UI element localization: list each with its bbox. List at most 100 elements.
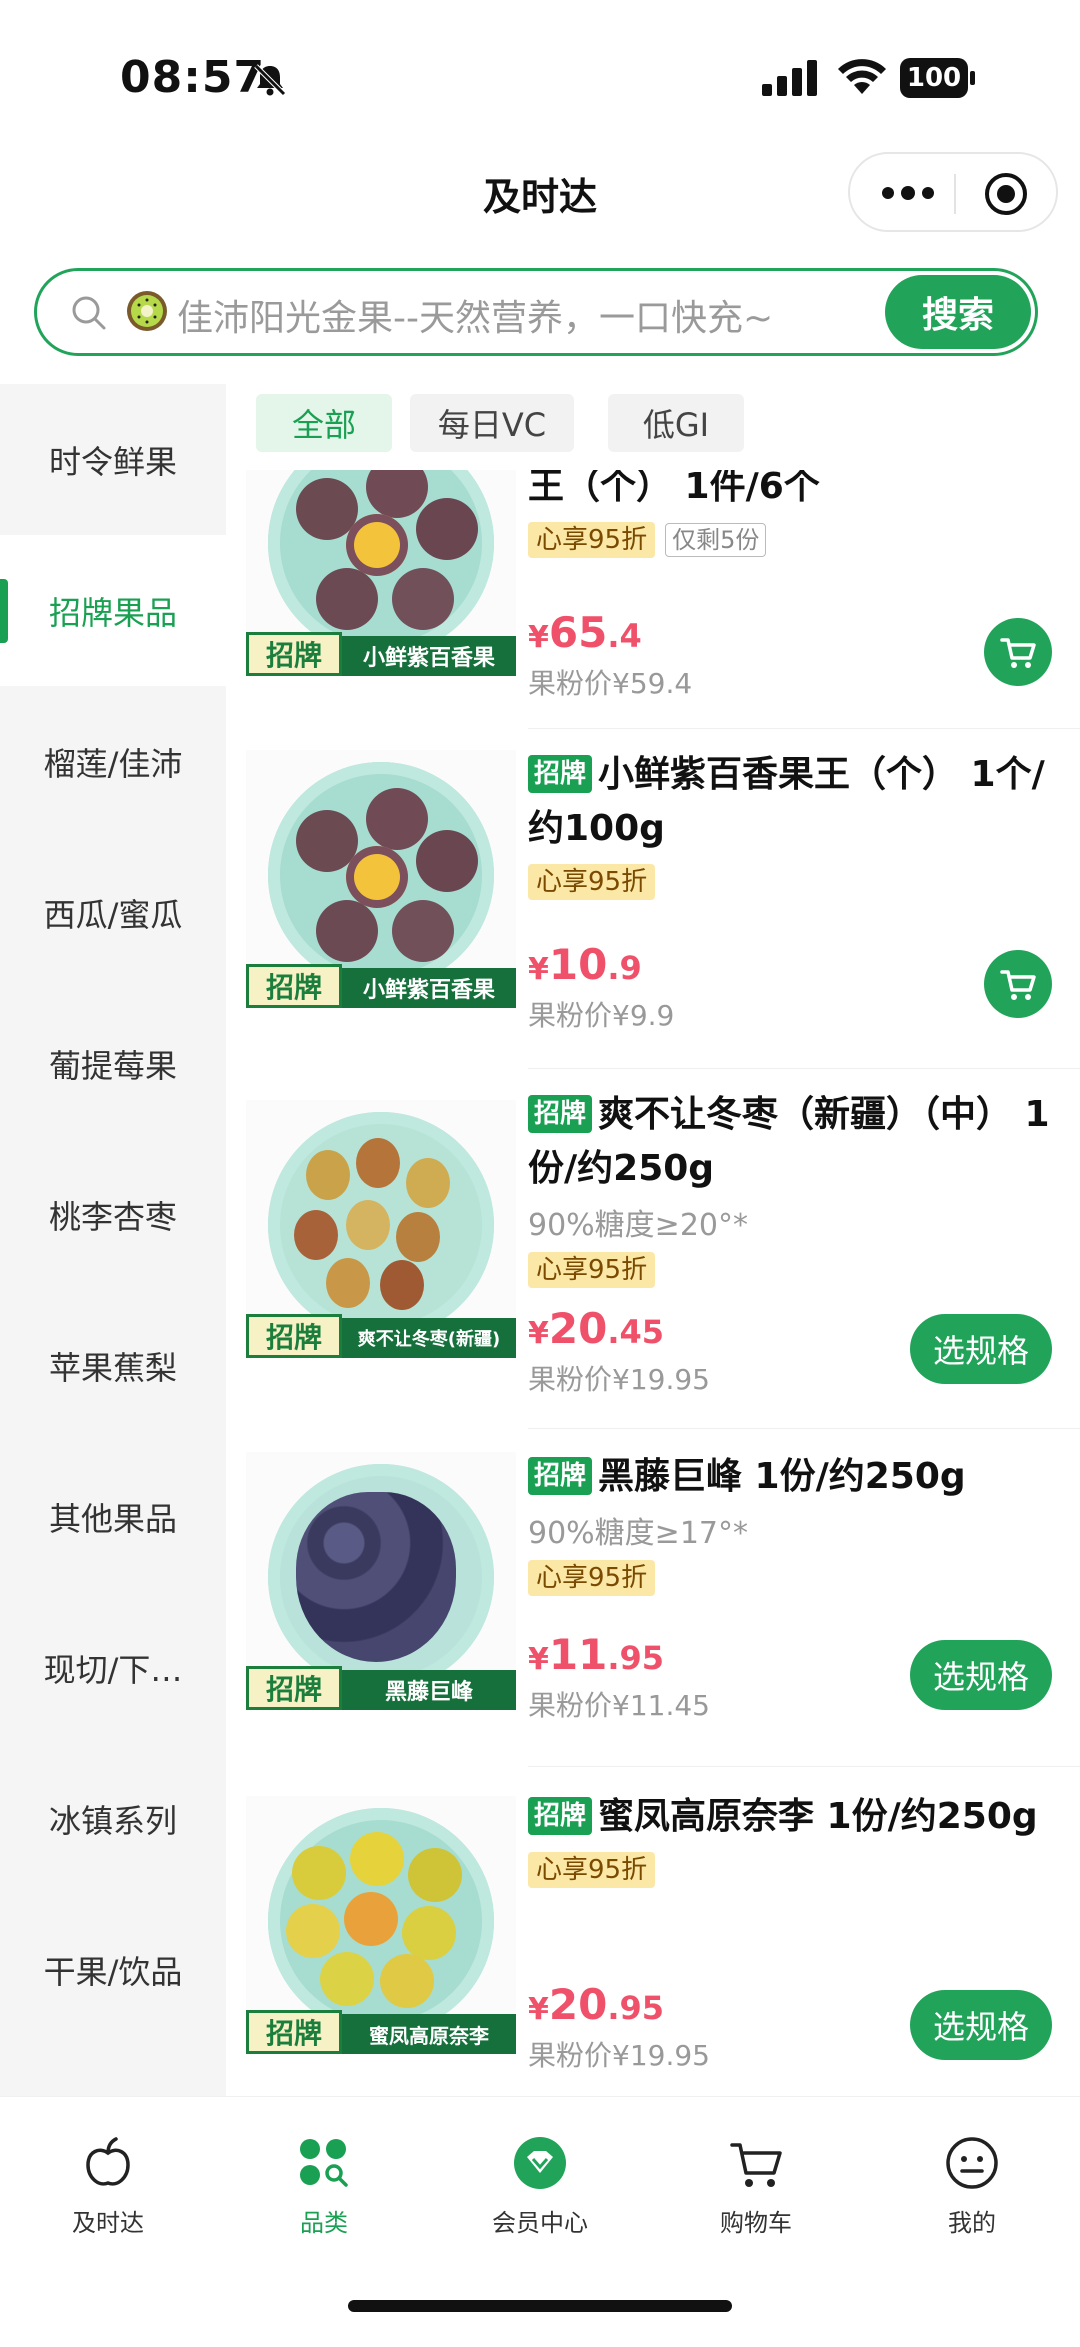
member-price: 果粉价¥9.9 [528,999,675,1032]
image-tag: 招牌 [246,632,342,676]
product-price: ¥10.9 [528,940,642,989]
filter-chip-vc[interactable]: 每日VC [410,394,574,452]
sidebar-item-iced[interactable]: 冰镇系列 [0,1743,226,1894]
product-image: 招牌 爽不让冬枣(新疆) [246,1100,516,1358]
product-card[interactable]: 招牌 小鲜紫百香果 招牌 小鲜紫百香果王（个） 1个/约100g 心享95折 ¥1… [226,730,1080,1070]
sidebar-item-apple-banana[interactable]: 苹果蕉梨 [0,1290,226,1441]
cart-icon [730,2143,782,2187]
sidebar-item-seasonal[interactable]: 时令鲜果 [0,384,226,535]
fruit [350,1832,404,1886]
more-icon[interactable] [880,178,936,208]
search-button[interactable]: 搜索 [885,275,1031,349]
currency-symbol: ¥ [528,1316,549,1351]
currency-symbol: ¥ [528,1642,549,1677]
product-image: 招牌 黑藤巨峰 [246,1452,516,1710]
add-to-cart-button[interactable] [984,618,1052,686]
fruit [320,1952,374,2006]
discount-badge: 心享95折 [528,864,656,900]
product-card[interactable]: 招牌 黑藤巨峰 招牌 黑藤巨峰 1份/约250g 90%糖度≥17°* 心享95折… [226,1430,1080,1770]
product-badges: 心享95折 [528,864,1056,902]
discount-badge: 心享95折 [528,522,656,558]
divider [528,728,1080,729]
sidebar-item-label: 招牌果品 [48,593,177,632]
discount-badge: 心享95折 [528,1852,656,1888]
product-image: 招牌 蜜凤高原奈李 [246,1796,516,2054]
mini-program-capsule [848,152,1058,232]
product-price: ¥11.95 [528,1630,664,1679]
fruit [416,498,478,560]
fruit [316,900,378,962]
filter-chip-gi[interactable]: 低GI [608,394,744,452]
sugar-content: 90%糖度≥20°* [528,1208,748,1243]
discount-badge: 心享95折 [528,1252,656,1288]
product-badges: 心享95折 [528,1252,1056,1290]
fruit [406,1158,450,1208]
search-input[interactable]: 佳沛阳光金果--天然营养，一口快充~ [177,289,773,341]
active-indicator [0,579,8,643]
sidebar-item-signature[interactable]: 招牌果品 [0,535,226,686]
price-integer: 11 [548,1630,608,1679]
add-to-cart-button[interactable] [984,950,1052,1018]
battery-level: 100 [906,63,962,93]
fruit [416,830,478,892]
tab-label: 会员中心 [492,2209,588,2237]
close-target-icon[interactable] [982,170,1030,218]
product-info: 招牌 蜜凤高原奈李 1份/约250g 心享95折 [528,1790,1056,1890]
tab-cart[interactable]: 购物车 [648,2133,864,2243]
signal-icon [762,60,817,96]
tab-member[interactable]: 会员中心 [432,2133,648,2243]
sidebar-item-label: 西瓜/蜜瓜 [43,895,183,934]
product-card[interactable]: 招牌 蜜凤高原奈李 招牌 蜜凤高原奈李 1份/约250g 心享95折 ¥20.95… [226,1770,1080,2096]
select-spec-button[interactable]: 选规格 [910,1314,1052,1384]
fruit [292,1846,346,1900]
currency-symbol: ¥ [528,952,549,987]
sidebar-item-melon[interactable]: 西瓜/蜜瓜 [0,837,226,988]
select-spec-button[interactable]: 选规格 [910,1640,1052,1710]
tab-label: 及时达 [72,2209,144,2237]
currency-symbol: ¥ [528,1992,549,2027]
fruit [392,568,454,630]
sidebar-item-dried-drinks[interactable]: 干果/饮品 [0,1894,226,2045]
sidebar-item-durian[interactable]: 榴莲/佳沛 [0,686,226,837]
product-list: 招牌 小鲜紫百香果 王（个） 1件/6个 心享95折 仅剩5份 ¥65.4 果粉价… [226,470,1080,2096]
product-info: 招牌 爽不让冬枣（新疆）（中） 1份/约250g 90%糖度≥20°* 心享95折 [528,1088,1056,1290]
member-price: 果粉价¥11.45 [528,1689,710,1722]
sidebar-item-fresh-cut[interactable]: 现切/下… [0,1592,226,1743]
filter-chip-all[interactable]: 全部 [256,394,392,452]
select-spec-button[interactable]: 选规格 [910,1990,1052,2060]
product-image: 招牌 小鲜紫百香果 [246,470,516,676]
tab-label: 品类 [300,2209,348,2237]
tab-label: 购物车 [720,2209,792,2237]
sidebar-item-label: 现切/下… [43,1650,183,1689]
product-badges: 心享95折 [528,1852,1056,1890]
price-decimal: .9 [607,949,642,987]
price-integer: 20 [548,1304,608,1353]
search-bar[interactable]: 佳沛阳光金果--天然营养，一口快充~ 搜索 [34,268,1038,356]
bell-muted-icon [254,64,286,96]
product-card[interactable]: 招牌 爽不让冬枣(新疆) 招牌 爽不让冬枣（新疆）（中） 1份/约250g 90%… [226,1070,1080,1430]
sidebar-item-grape-berry[interactable]: 葡提莓果 [0,988,226,1139]
tab-instant[interactable]: 及时达 [0,2133,216,2243]
price-decimal: .45 [607,1313,665,1351]
sidebar-item-peach-plum[interactable]: 桃李杏枣 [0,1139,226,1290]
divider [528,1766,1080,1767]
tab-profile[interactable]: 我的 [864,2133,1080,2243]
sidebar-item-label: 榴莲/佳沛 [43,744,183,783]
fruit [380,1260,424,1310]
battery-icon: 100 [900,58,976,98]
signature-badge: 招牌 [528,755,593,793]
tab-category[interactable]: 品类 [216,2133,432,2243]
signature-badge: 招牌 [528,1457,593,1495]
product-card[interactable]: 招牌 小鲜紫百香果 王（个） 1件/6个 心享95折 仅剩5份 ¥65.4 果粉价… [226,470,1080,730]
divider [528,1428,1080,1429]
status-bar: 08:57 100 [0,0,1080,150]
fruit [286,1904,340,1958]
sidebar-item-other[interactable]: 其他果品 [0,1441,226,1592]
signature-badge: 招牌 [528,1797,593,1835]
kiwi-icon [127,291,167,331]
product-title-text: 小鲜紫百香果王（个） 1个/约100g [528,754,1045,849]
fruit [392,900,454,962]
product-title: 王（个） 1件/6个 [528,470,820,507]
fruit [306,1150,350,1200]
fruit [346,1200,390,1250]
